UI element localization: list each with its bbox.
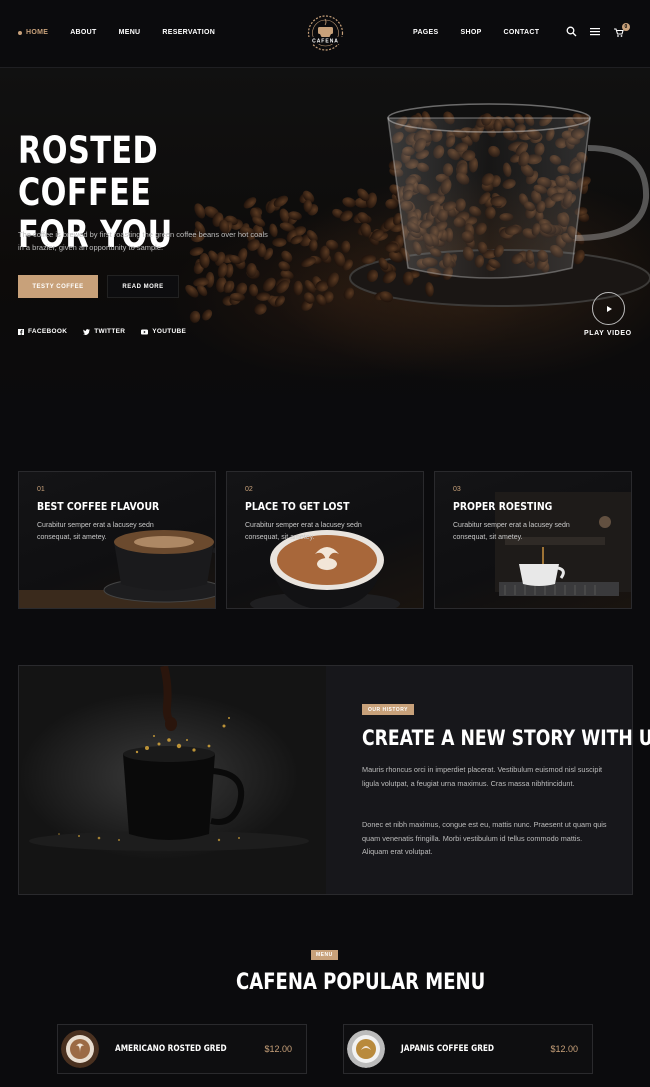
nav-link-pages[interactable]: PAGES — [413, 29, 439, 36]
story-paragraph-2: Donec et nibh maximus, congue est eu, ma… — [362, 820, 607, 856]
feature-title: BEST COFFEE FLAVOUR — [37, 500, 160, 513]
hero-description: The coffee is brewed by first roasting t… — [18, 230, 268, 252]
nav-link-home[interactable]: HOME — [18, 29, 48, 36]
social-label-youtube: YOUTUBE — [152, 328, 187, 335]
feature-title: PLACE TO GET LOST — [245, 500, 350, 513]
nav-right-links: PAGES SHOP CONTACT — [413, 29, 539, 36]
coffee-splash-image — [19, 666, 326, 894]
hero-title-line1: ROSTED COFFEE — [18, 129, 159, 214]
social-links: FACEBOOK TWITTER YOUTUBE — [18, 328, 186, 335]
menu-tag: MENU — [311, 950, 338, 960]
japanis-coffee-thumbnail — [347, 1030, 385, 1068]
nav-link-about[interactable]: ABOUT — [70, 29, 96, 36]
nav-link-contact[interactable]: CONTACT — [504, 29, 540, 36]
nav-link-shop[interactable]: SHOP — [461, 29, 482, 36]
play-icon — [606, 305, 612, 312]
social-link-youtube[interactable]: YOUTUBE — [141, 328, 186, 335]
logo-text: CAFENA — [312, 39, 339, 45]
menu-item-price: $12.00 — [550, 1044, 578, 1054]
twitter-icon — [83, 328, 91, 335]
facebook-icon — [18, 328, 24, 335]
social-label-twitter: TWITTER — [94, 328, 126, 335]
feature-card-2[interactable]: 02 PLACE TO GET LOST Curabitur semper er… — [226, 471, 424, 609]
cafena-logo[interactable]: CAFENA — [303, 13, 348, 53]
story-title: CREATE A NEW STORY WITH US — [362, 726, 650, 750]
menu-title: CAFENA POPULAR MENU — [236, 970, 486, 995]
hero-section: ROSTED COFFEE FOR YOU The coffee is brew… — [0, 68, 650, 408]
feature-card-1[interactable]: 01 BEST COFFEE FLAVOUR Curabitur semper … — [18, 471, 216, 609]
menu-item-name: AMERICANO ROSTED GRED — [115, 1044, 227, 1054]
menu-item[interactable]: AMERICANO ROSTED GRED $12.00 — [57, 1024, 307, 1074]
nav-link-menu[interactable]: MENU — [119, 29, 141, 36]
search-icon[interactable] — [566, 26, 577, 39]
cart-count-badge: 0 — [622, 22, 630, 31]
nav-left-links: HOME ABOUT MENU RESERVATION — [18, 29, 215, 36]
our-history-tag: OUR HISTORY — [362, 704, 414, 715]
feature-number: 01 — [37, 486, 45, 493]
feature-number: 03 — [453, 486, 461, 493]
feature-text: Curabitur semper erat a lacusey sedn con… — [37, 522, 154, 541]
top-navigation: HOME ABOUT MENU RESERVATION CAFENA PAGES… — [0, 0, 650, 68]
feature-title: PROPER ROESTING — [453, 500, 553, 513]
social-link-facebook[interactable]: FACEBOOK — [18, 328, 67, 335]
menu-item[interactable]: JAPANIS COFFEE GRED $12.00 — [343, 1024, 593, 1074]
testy-coffee-button[interactable]: TESTY COFFEE — [18, 275, 98, 298]
social-label-facebook: FACEBOOK — [28, 328, 68, 335]
feature-text: Curabitur semper erat a lacusey sedn con… — [453, 522, 570, 541]
menu-item-price: $12.00 — [264, 1044, 292, 1054]
cart-icon[interactable]: 0 — [613, 22, 630, 39]
nav-icons: 0 — [566, 22, 630, 39]
menu-item-name: JAPANIS COFFEE GRED — [401, 1044, 495, 1054]
americano-thumbnail — [61, 1030, 99, 1068]
feature-card-3[interactable]: 03 PROPER ROESTING Curabitur semper erat… — [434, 471, 632, 609]
youtube-icon — [141, 329, 149, 334]
play-video-button[interactable] — [592, 292, 625, 325]
nav-link-reservation[interactable]: RESERVATION — [162, 29, 215, 36]
play-video-label: PLAY VIDEO — [584, 330, 632, 337]
read-more-button[interactable]: READ MORE — [107, 275, 179, 298]
feature-text: Curabitur semper erat a lacusey sedn con… — [245, 522, 362, 541]
social-link-twitter[interactable]: TWITTER — [83, 328, 125, 335]
story-paragraph-1: Mauris rhoncus orci in imperdiet placera… — [362, 765, 603, 788]
feature-number: 02 — [245, 486, 253, 493]
story-section: OUR HISTORY CREATE A NEW STORY WITH US M… — [18, 665, 650, 895]
hamburger-icon[interactable] — [590, 27, 600, 38]
